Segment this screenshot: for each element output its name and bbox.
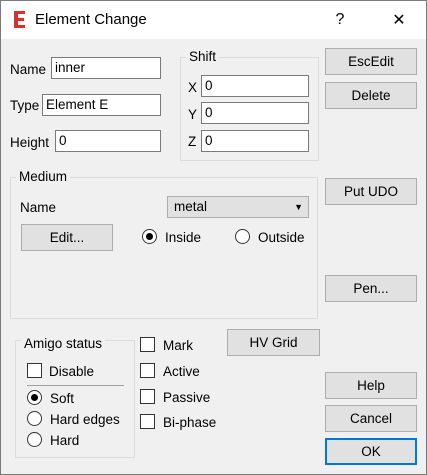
app-icon [14, 11, 25, 28]
hard-label: Hard [50, 433, 80, 448]
escedit-button[interactable]: EscEdit [325, 48, 417, 75]
shift-x-label: X [188, 80, 198, 95]
soft-radio[interactable] [27, 390, 42, 405]
shift-group-title: Shift [186, 49, 220, 64]
delete-button[interactable]: Delete [325, 82, 417, 109]
medium-select[interactable]: metal ▼ [167, 196, 309, 218]
shift-y-label: Y [188, 107, 198, 122]
passive-checkbox[interactable] [140, 389, 155, 404]
type-label: Type [10, 98, 40, 113]
amigo-status-title: Amigo status [21, 336, 106, 351]
put-udo-button[interactable]: Put UDO [325, 178, 417, 205]
biphase-label: Bi-phase [163, 415, 217, 430]
hard-edges-radio[interactable] [27, 411, 42, 426]
help-title-button[interactable]: ? [317, 1, 363, 39]
ok-button[interactable]: OK [325, 438, 417, 465]
shift-z-input[interactable]: 0 [201, 130, 309, 152]
help-icon: ? [335, 11, 345, 28]
medium-name-label: Name [20, 200, 57, 215]
active-label: Active [163, 364, 200, 379]
soft-label: Soft [50, 391, 75, 406]
name-input[interactable]: inner [51, 57, 161, 79]
height-input[interactable]: 0 [55, 130, 161, 152]
help-button[interactable]: Help [325, 372, 417, 399]
edit-medium-button[interactable]: Edit... [21, 224, 113, 251]
biphase-checkbox[interactable] [140, 414, 155, 429]
height-label: Height [10, 135, 50, 150]
disable-label: Disable [49, 364, 95, 379]
chevron-down-icon: ▼ [294, 202, 303, 212]
hard-radio[interactable] [27, 432, 42, 447]
shift-y-input[interactable]: 0 [201, 102, 309, 124]
active-checkbox[interactable] [140, 363, 155, 378]
element-change-dialog: Element Change ? ✕ Name inner Type Eleme… [0, 0, 427, 475]
outside-radio[interactable] [235, 229, 250, 244]
close-icon: ✕ [392, 12, 406, 29]
inside-label: Inside [165, 230, 202, 245]
shift-z-label: Z [188, 134, 197, 149]
disable-checkbox[interactable] [27, 363, 42, 378]
outside-label: Outside [258, 230, 305, 245]
medium-group-title: Medium [16, 169, 71, 184]
mark-label: Mark [163, 338, 193, 353]
medium-select-value: metal [174, 199, 208, 214]
window-title: Element Change [35, 11, 147, 28]
amigo-divider [27, 385, 124, 386]
cancel-button[interactable]: Cancel [325, 405, 417, 432]
shift-x-input[interactable]: 0 [201, 75, 309, 97]
pen-button[interactable]: Pen... [325, 275, 417, 302]
mark-checkbox[interactable] [140, 337, 155, 352]
type-input[interactable]: Element E [42, 94, 161, 116]
hard-edges-label: Hard edges [50, 412, 120, 427]
hv-grid-button[interactable]: HV Grid [227, 329, 320, 356]
title-bar: Element Change ? ✕ [1, 1, 426, 39]
inside-radio[interactable] [142, 229, 157, 244]
passive-label: Passive [163, 390, 211, 405]
name-label: Name [10, 62, 47, 77]
close-button[interactable]: ✕ [376, 1, 422, 39]
